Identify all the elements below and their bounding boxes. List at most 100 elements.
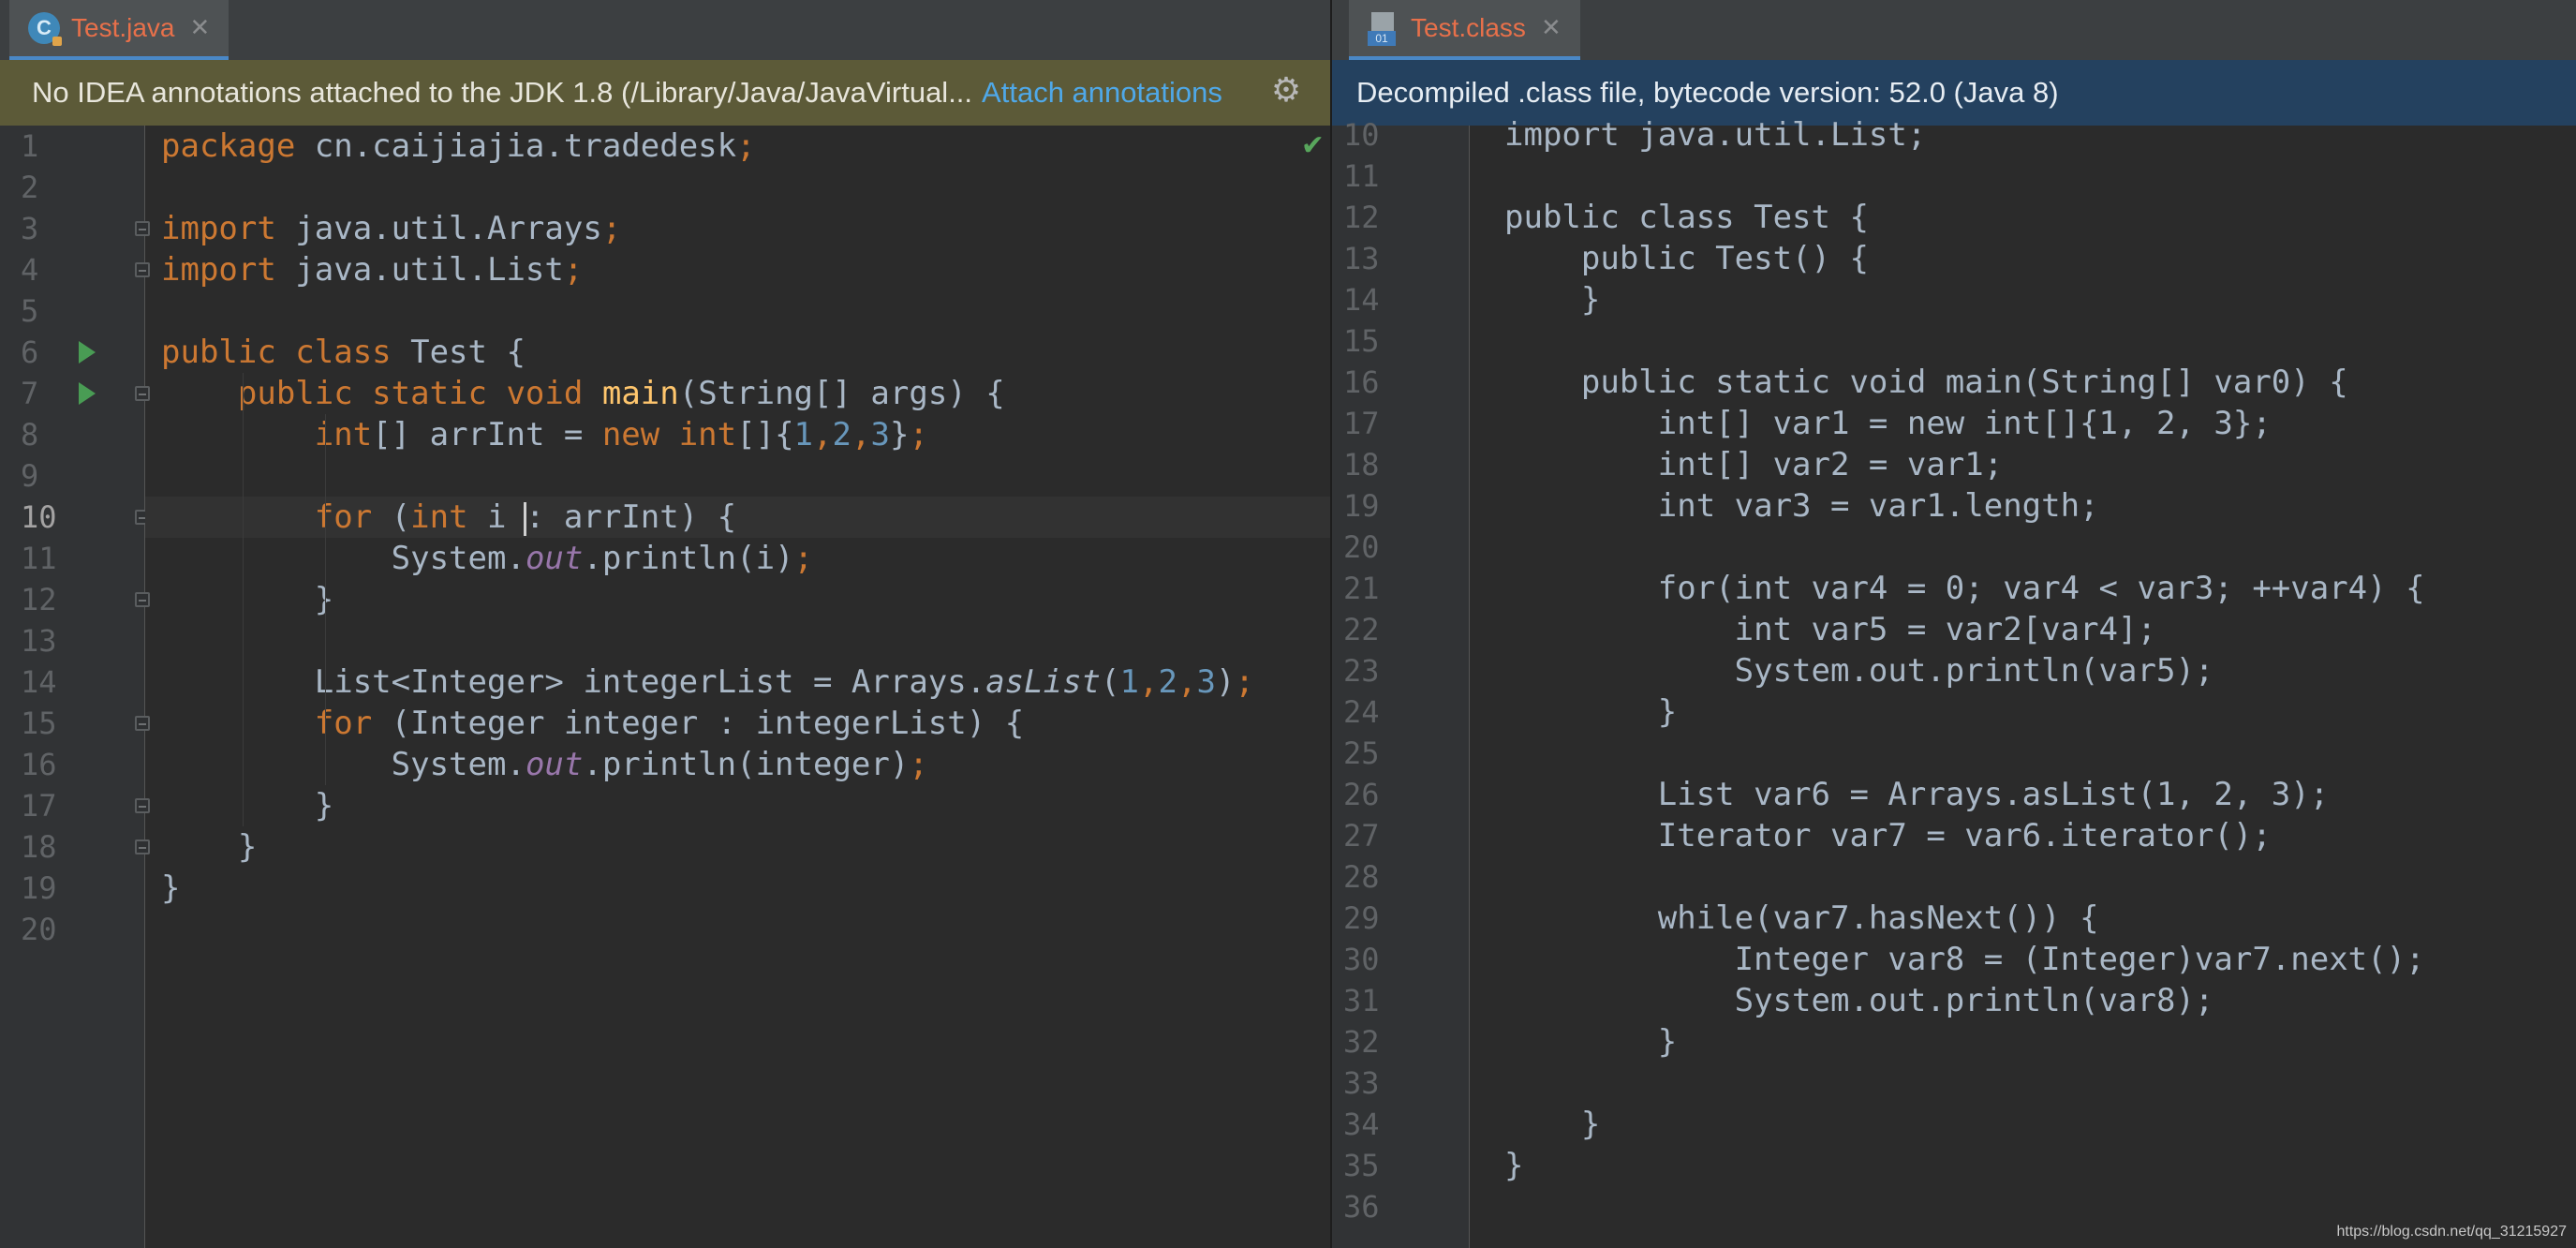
code-line: System.out.println(i);: [161, 538, 813, 579]
code-line: }: [161, 579, 333, 620]
line-number: 30: [1343, 942, 1380, 977]
code-token: .println(integer): [583, 746, 910, 783]
code-line: for (int i : arrInt) {: [161, 497, 736, 538]
line-number: 34: [1343, 1107, 1380, 1142]
line-number: 31: [1343, 983, 1380, 1018]
line-number: 11: [1343, 158, 1380, 194]
line-number: 18: [1343, 447, 1380, 483]
line-number: 13: [21, 623, 57, 659]
banner-text: Decompiled .class file, bytecode version…: [1356, 76, 2059, 109]
code-token: ;: [1235, 663, 1254, 701]
code-line: }: [1504, 1147, 1524, 1184]
close-icon[interactable]: ✕: [190, 14, 211, 42]
java-class-c-icon: C: [28, 12, 62, 46]
indent-guide: [243, 373, 244, 826]
line-number: 35: [1343, 1148, 1380, 1183]
line-number: 15: [21, 706, 57, 741]
code-line: while(var7.hasNext()) {: [1504, 899, 2099, 937]
code-line: }: [161, 785, 333, 826]
code-token: int: [410, 498, 468, 536]
attach-annotations-link[interactable]: Attach annotations: [982, 76, 1222, 110]
code-line: for (Integer integer : integerList) {: [161, 703, 1024, 744]
class-file-icon: 01: [1368, 10, 1399, 46]
code-token: ,: [813, 416, 833, 453]
indent-guide: [325, 414, 326, 785]
code-line: public class Test {: [1504, 199, 1869, 236]
line-number: 13: [1343, 241, 1380, 276]
code-token: System.: [161, 540, 526, 577]
line-number: 14: [1343, 282, 1380, 318]
code-token: 3: [870, 416, 890, 453]
code-area[interactable]: ✔ package cn.caijiajia.tradedesk; import …: [145, 126, 1330, 1248]
code-token: ,: [851, 416, 871, 453]
line-number: 1: [21, 128, 39, 164]
code-token: ;: [909, 416, 928, 453]
decompiled-editor[interactable]: 10 11 12 13 14 15 16 17 18 19 20 21 22 23 24 25 26 27 28 29…: [1332, 116, 2576, 1248]
code-line: }: [161, 826, 257, 868]
code-token: ,: [1139, 663, 1159, 701]
line-number: 18: [21, 829, 57, 865]
run-icon[interactable]: [79, 382, 96, 405]
code-token: System.: [161, 746, 526, 783]
line-number: 6: [21, 334, 39, 370]
run-icon[interactable]: [79, 341, 96, 364]
code-token: : arrInt) {: [525, 498, 737, 536]
code-line: }: [1504, 1023, 1678, 1061]
code-token: (: [1101, 663, 1120, 701]
code-line: public class Test {: [161, 332, 526, 373]
code-area[interactable]: import java.util.List; public class Test …: [1470, 116, 2576, 1248]
code-line: public static void main(String[] var0) {: [1504, 364, 2348, 401]
line-number: 33: [1343, 1065, 1380, 1101]
code-token: }: [161, 581, 334, 618]
code-line: }: [1504, 693, 1678, 731]
code-token: ;: [736, 127, 756, 165]
line-number: 10: [21, 499, 57, 535]
line-number: 28: [1343, 859, 1380, 895]
tab-test-java[interactable]: C Test.java ✕: [9, 0, 229, 60]
line-number: 8: [21, 417, 39, 453]
code-token: out: [525, 540, 584, 577]
code-token: public static void: [237, 375, 584, 412]
code-token: ;: [563, 251, 584, 289]
code-token: ;: [909, 746, 928, 783]
code-token: (String[] args) {: [678, 375, 1005, 412]
code-token: asList: [985, 663, 1102, 701]
left-tab-bar: C Test.java ✕: [0, 0, 1330, 61]
code-line: List var6 = Arrays.asList(1, 2, 3);: [1504, 776, 2330, 813]
code-token: }: [889, 416, 910, 453]
code-line: System.out.println(var8);: [1504, 982, 2214, 1019]
code-line: int[] arrInt = new int[]{1,2,3};: [161, 414, 928, 455]
gear-icon[interactable]: ⚙: [1268, 73, 1304, 109]
code-line: }: [1504, 1106, 1601, 1143]
line-number: 5: [21, 293, 39, 329]
code-token: .println(i): [583, 540, 794, 577]
code-line: int var3 = var1.length;: [1504, 487, 2099, 525]
code-line: package cn.caijiajia.tradedesk;: [161, 126, 756, 167]
tab-test-class[interactable]: 01 Test.class ✕: [1349, 0, 1580, 60]
tab-label: Test.class: [1411, 13, 1526, 42]
code-line: for(int var4 = 0; var4 < var3; ++var4) {: [1504, 570, 2425, 607]
line-number: 16: [1343, 364, 1380, 400]
watermark: https://blog.csdn.net/qq_31215927: [2336, 1224, 2567, 1240]
code-token: [] arrInt =: [372, 416, 602, 453]
line-number: 12: [21, 582, 57, 617]
line-number: 4: [21, 252, 39, 288]
code-token: out: [525, 746, 584, 783]
code-line: }: [1504, 281, 1601, 319]
line-number: 20: [1343, 529, 1380, 565]
line-number: 15: [1343, 323, 1380, 359]
right-tab-bar: 01 Test.class ✕: [1332, 0, 2576, 61]
close-icon[interactable]: ✕: [1541, 14, 1562, 42]
line-number: 23: [1343, 653, 1380, 689]
line-number: 27: [1343, 818, 1380, 854]
code-token: []{: [736, 416, 794, 453]
source-editor[interactable]: 1 2 3 4 5 6 7 8 9 10 11 12 13 14 15 16 17 18 19 20 ✔ packag…: [0, 126, 1330, 1248]
line-number: 12: [1343, 200, 1380, 235]
code-token: 2: [1158, 663, 1177, 701]
code-token: ,: [1177, 663, 1197, 701]
code-token: java.util.Arrays: [275, 210, 602, 247]
